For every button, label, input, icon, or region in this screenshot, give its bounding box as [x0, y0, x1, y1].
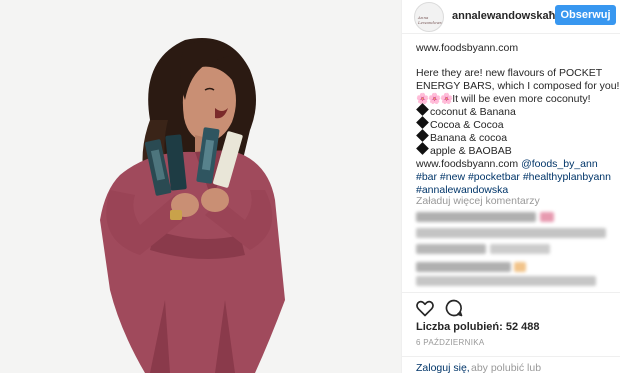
post-side-panel: Anna Lewandowska annalewandowskaħ Obserw…: [401, 0, 620, 373]
heart-outline-icon[interactable]: [415, 298, 435, 318]
blurred-comment: [416, 276, 616, 288]
post-actions: Liczba polubień: 52 488 6 PAŹDZIERNIKA Z…: [402, 292, 620, 373]
woman-holding-energy-bars-photo: [0, 0, 401, 373]
avatar-signature: Anna Lewandowska: [418, 15, 444, 25]
flavour-item: apple & BAOBAB: [430, 145, 512, 157]
post-photo[interactable]: [0, 0, 401, 373]
follow-button[interactable]: Obserwuj: [555, 5, 616, 25]
avatar[interactable]: Anna Lewandowska: [414, 2, 444, 32]
post-header: Anna Lewandowska annalewandowskaħ Obserw…: [402, 0, 620, 34]
caption-line-2: ENERGY BARS, which I composed for you!: [416, 80, 620, 92]
black-heart-icon: [416, 103, 429, 116]
load-more-comments-link[interactable]: Załaduj więcej komentarzy: [416, 195, 540, 207]
website-link-2[interactable]: www.foodsbyann.com: [416, 158, 518, 170]
blurred-comment: [416, 244, 616, 256]
hashtags-line-1[interactable]: #bar #new #pocketbar #healthyplanbyann: [416, 171, 616, 184]
flavour-item: Cocoa & Cocoa: [430, 119, 504, 131]
blurred-comment: [416, 212, 616, 224]
black-heart-icon: [416, 129, 429, 142]
comment-bubble-icon[interactable]: [444, 298, 464, 318]
likes-count[interactable]: Liczba polubień: 52 488: [416, 321, 539, 333]
post-date: 6 PAŹDZIERNIKA: [416, 338, 485, 347]
mention-link[interactable]: @foods_by_ann: [521, 158, 598, 170]
flavour-item: coconut & Banana: [430, 106, 516, 118]
blurred-comment: [416, 228, 616, 240]
website-link[interactable]: www.foodsbyann.com: [416, 42, 518, 54]
black-heart-icon: [416, 116, 429, 129]
login-prompt-text: aby polubić lub: [471, 362, 542, 373]
login-prompt: Zaloguj się, aby polubić lub: [402, 356, 620, 373]
caption-line-3: It will be even more coconuty!: [452, 93, 591, 105]
flavour-item: Banana & cocoa: [430, 132, 508, 144]
blurred-comment: [416, 262, 616, 274]
caption-line-1: Here they are! new flavours of POCKET: [416, 67, 603, 79]
black-heart-icon: [416, 142, 429, 155]
username-link[interactable]: annalewandowskaħ: [452, 10, 555, 22]
post-caption: www.foodsbyann.com Here they are! new fl…: [416, 42, 620, 197]
login-link[interactable]: Zaloguj się,: [416, 362, 470, 373]
